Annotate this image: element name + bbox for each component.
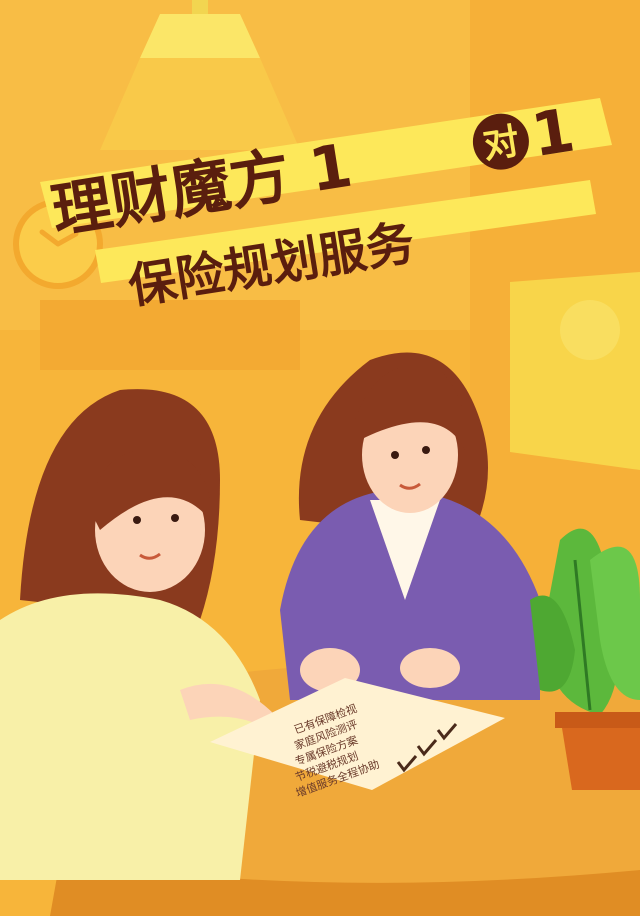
insurance-poster: 理财魔方 1 对 1 保险规划服务 已有保障检视 家庭风险测评 专属保险方案 节… — [0, 0, 640, 916]
wall-shelf — [40, 300, 300, 370]
wall-window — [510, 272, 640, 470]
poster-illustration: 理财魔方 1 对 1 保险规划服务 已有保障检视 家庭风险测评 专属保险方案 节… — [0, 0, 640, 916]
title-circle-text: 对 — [480, 121, 522, 167]
